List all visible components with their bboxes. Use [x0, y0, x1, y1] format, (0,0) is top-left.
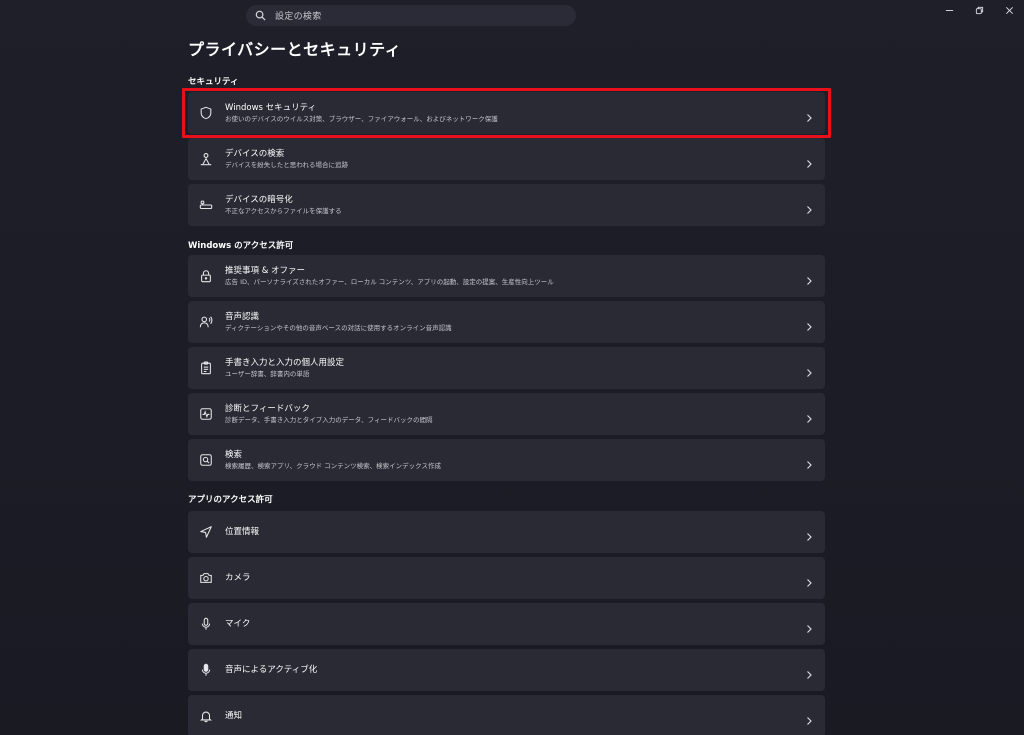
item-description: 広告 ID、パーソナライズされたオファー、ローカル コンテンツ、アプリの起動、設… [225, 278, 554, 286]
bell-icon [199, 711, 213, 723]
item-title: 推奨事項 & オファー [225, 266, 306, 276]
microphone-icon [201, 617, 211, 630]
navigation-arrow-icon [200, 526, 212, 538]
item-title: 音声認識 [225, 312, 260, 322]
settings-item-speech[interactable]: 音声認識 ディクテーションやその他の音声ベースの対話に使用するオンライン音声認識 [188, 301, 825, 343]
restore-button[interactable] [964, 0, 994, 20]
section-title-windows-permissions: Windows のアクセス許可 [188, 241, 294, 251]
item-title: 検索 [225, 450, 243, 460]
item-description: お使いのデバイスのウイルス対策、ブラウザー、ファイアウォール、およびネットワーク… [225, 115, 498, 123]
item-title: Windows セキュリティ [225, 103, 317, 113]
settings-item-find-device[interactable]: デバイスの検索 デバイスを紛失したと思われる場合に追跡 [188, 138, 825, 180]
item-description: 不正なアクセスからファイルを保護する [225, 207, 342, 215]
close-button[interactable] [994, 0, 1024, 20]
pulse-icon [200, 408, 212, 420]
section-title-app-permissions: アプリのアクセス許可 [188, 495, 273, 505]
item-description: ディクテーションやその他の音声ベースの対話に使用するオンライン音声認識 [225, 324, 452, 332]
restore-icon [975, 6, 983, 14]
clipboard-list-icon [201, 361, 211, 375]
settings-item-diagnostics-feedback[interactable]: 診断とフィードバック 診断データ、手書き入力とタイプ入力のデータ、フィードバック… [188, 393, 825, 435]
chevron-right-icon [807, 533, 812, 541]
settings-item-search-permissions[interactable]: 検索 検索履歴、検索アプリ、クラウド コンテンツ検索、検索インデックス作成 [188, 439, 825, 481]
settings-item-camera[interactable]: カメラ [188, 557, 825, 599]
settings-item-microphone[interactable]: マイク [188, 603, 825, 645]
chevron-right-icon [807, 461, 812, 469]
item-title: 音声によるアクティブ化 [225, 665, 318, 675]
item-title: デバイスの検索 [225, 149, 285, 159]
settings-item-notifications[interactable]: 通知 [188, 695, 825, 735]
settings-item-recommendations-offers[interactable]: 推奨事項 & オファー 広告 ID、パーソナライズされたオファー、ローカル コン… [188, 255, 825, 297]
item-description: 検索履歴、検索アプリ、クラウド コンテンツ検索、検索インデックス作成 [225, 462, 441, 470]
item-title: 診断とフィードバック [225, 404, 310, 414]
item-title: デバイスの暗号化 [225, 195, 293, 205]
person-pin-icon [200, 153, 212, 166]
settings-item-location[interactable]: 位置情報 [188, 511, 825, 553]
window-controls [934, 0, 1024, 20]
chevron-right-icon [807, 206, 812, 214]
voice-person-icon [199, 316, 213, 328]
item-description: 診断データ、手書き入力とタイプ入力のデータ、フィードバックの間隔 [225, 416, 433, 424]
chevron-right-icon [807, 671, 812, 679]
settings-item-device-encryption[interactable]: デバイスの暗号化 不正なアクセスからファイルを保護する [188, 184, 825, 226]
item-title: 手書き入力と入力の個人用設定 [225, 358, 345, 368]
item-description: ユーザー辞書、辞書内の単語 [225, 370, 310, 378]
chevron-right-icon [807, 160, 812, 168]
chevron-right-icon [807, 717, 812, 725]
chevron-right-icon [807, 579, 812, 587]
minimize-icon [945, 9, 953, 11]
item-title: カメラ [225, 573, 251, 583]
lock-icon [201, 270, 211, 283]
search-box[interactable]: 設定の検索 [246, 5, 576, 26]
close-icon [1005, 6, 1013, 14]
key-drive-icon [199, 200, 213, 210]
shield-icon [200, 106, 212, 120]
item-title: 位置情報 [225, 527, 260, 537]
chevron-right-icon [807, 277, 812, 285]
camera-icon [200, 573, 212, 583]
chevron-right-icon [807, 415, 812, 423]
chevron-right-icon [807, 369, 812, 377]
chevron-right-icon [807, 114, 812, 122]
item-description: デバイスを紛失したと思われる場合に追跡 [225, 161, 348, 169]
settings-item-windows-security[interactable]: Windows セキュリティ お使いのデバイスのウイルス対策、ブラウザー、ファイ… [188, 92, 825, 134]
page-title: プライバシーとセキュリティ [188, 40, 402, 59]
chevron-right-icon [807, 323, 812, 331]
settings-item-inking-typing[interactable]: 手書き入力と入力の個人用設定 ユーザー辞書、辞書内の単語 [188, 347, 825, 389]
item-title: 通知 [225, 711, 243, 721]
minimize-button[interactable] [934, 0, 964, 20]
chevron-right-icon [807, 625, 812, 633]
search-box-icon [200, 454, 212, 466]
search-icon [255, 10, 266, 21]
search-placeholder: 設定の検索 [275, 12, 322, 22]
item-title: マイク [225, 619, 251, 629]
settings-window: 設定の検索 プライバシーとセキュリティ セキュリティ Windows セキュリテ… [0, 0, 1024, 735]
settings-item-voice-activation[interactable]: 音声によるアクティブ化 [188, 649, 825, 691]
microphone-voice-icon [201, 663, 211, 676]
section-title-security: セキュリティ [188, 77, 239, 87]
